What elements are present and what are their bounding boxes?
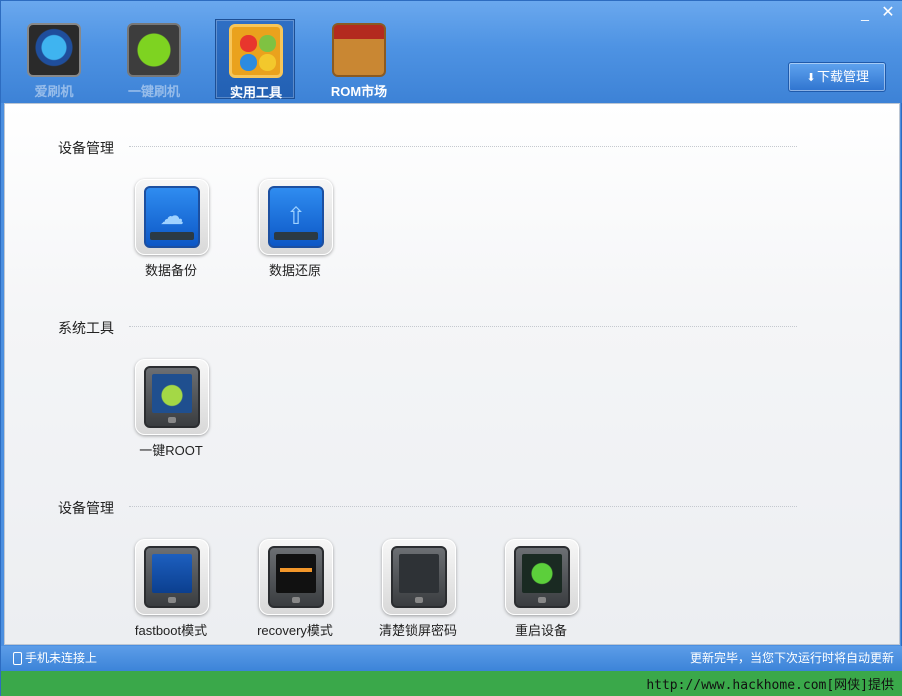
status-bar: 手机未连接上 更新完毕，当您下次运行时将自动更新	[1, 646, 902, 671]
restore-drive-icon: ⇧	[268, 186, 324, 248]
lock-pattern-phone-icon	[391, 546, 447, 608]
tool-tile: ☁	[135, 179, 209, 255]
power-phone-icon	[514, 546, 570, 608]
tab-one-key-flash[interactable]: 一键刷机	[114, 19, 194, 99]
tool-label: 一键ROOT	[139, 443, 203, 458]
section-title-device: 设备管理	[58, 140, 114, 156]
fastboot-phone-icon	[144, 546, 200, 608]
watermark-bar: http://www.hackhome.com[网侠]提供	[1, 671, 902, 696]
recovery-phone-icon	[268, 546, 324, 608]
watermark-text: http://www.hackhome.com[网侠]提供	[646, 678, 894, 693]
tools-panel: 设备管理 ☁ 数据备份 ⇧ 数据还原 系统工具 一键ROOT 设备管理 fast…	[4, 103, 900, 645]
market-stall-icon	[332, 23, 386, 77]
tool-label: fastboot模式	[134, 623, 208, 638]
tool-label: 清楚锁屏密码	[378, 623, 457, 638]
top-toolbar: _ ✕ 爱刷机 一键刷机 实用工具 ROM市场 ⬇下载管理	[1, 1, 902, 103]
android-phone-icon	[144, 366, 200, 428]
tool-tile	[135, 539, 209, 615]
tool-label: 重启设备	[514, 623, 567, 638]
connection-status-text: 手机未连接上	[25, 651, 98, 665]
tool-tile	[259, 539, 333, 615]
tab-label: 实用工具	[229, 85, 282, 100]
section-title-device-2: 设备管理	[58, 500, 114, 516]
app-window: _ ✕ 爱刷机 一键刷机 实用工具 ROM市场 ⬇下载管理 设备管理 ☁ 数据备…	[0, 0, 902, 696]
download-arrow-icon: ⬇	[806, 72, 816, 84]
tool-label: recovery模式	[257, 623, 333, 638]
tool-tile	[505, 539, 579, 615]
tab-label: 一键刷机	[127, 84, 180, 99]
section-divider	[129, 506, 797, 507]
section-divider	[129, 146, 797, 147]
close-icon[interactable]: ✕	[880, 5, 896, 21]
refresh-arrows-icon	[127, 23, 181, 77]
section-title-system: 系统工具	[58, 320, 114, 336]
tab-label: 爱刷机	[34, 84, 74, 99]
download-manager-label: 下载管理	[816, 69, 869, 84]
phone-icon	[13, 652, 22, 666]
connection-status: 手机未连接上	[13, 646, 97, 671]
flash-machine-icon	[27, 23, 81, 77]
tool-tile: ⇧	[259, 179, 333, 255]
cloud-drive-icon: ☁	[144, 186, 200, 248]
tool-tile	[382, 539, 456, 615]
tab-rom-market[interactable]: ROM市场	[319, 19, 399, 99]
tool-tile	[135, 359, 209, 435]
download-manager-button[interactable]: ⬇下载管理	[788, 62, 886, 92]
tool-label: 数据备份	[144, 263, 197, 278]
update-status-text: 更新完毕，当您下次运行时将自动更新	[689, 651, 894, 665]
tab-label: ROM市场	[330, 84, 388, 99]
minimize-icon[interactable]: _	[857, 5, 873, 21]
tab-flash[interactable]: 爱刷机	[14, 19, 94, 99]
tab-tools[interactable]: 实用工具	[215, 19, 295, 100]
tools-grid-icon	[229, 24, 283, 78]
section-divider	[129, 326, 797, 327]
tool-label: 数据还原	[268, 263, 321, 278]
